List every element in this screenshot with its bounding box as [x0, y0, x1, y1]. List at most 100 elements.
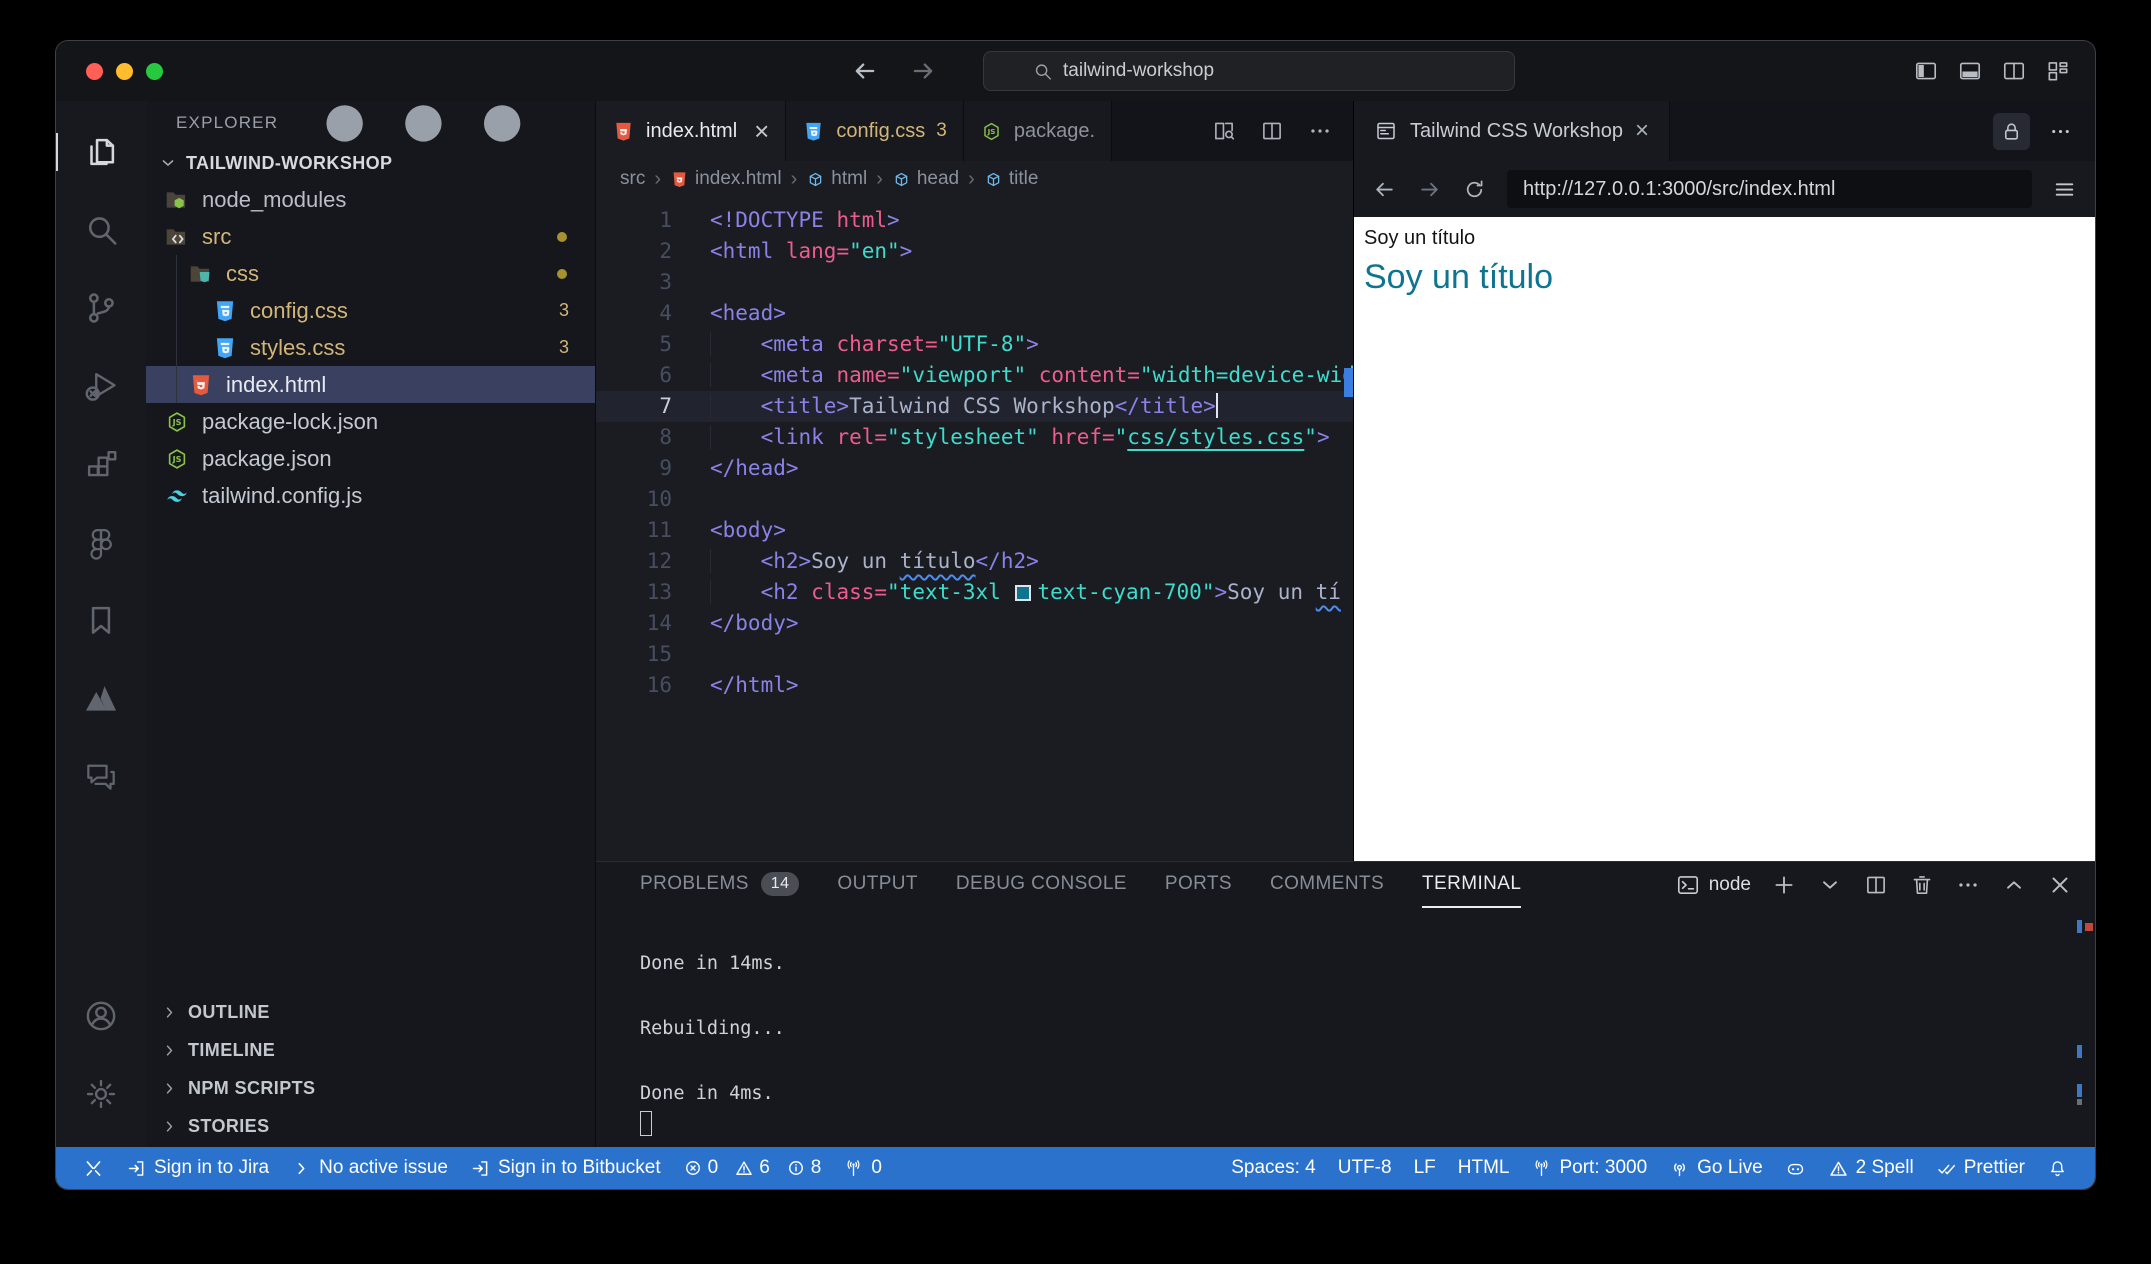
panel-tab-terminal[interactable]: TERMINAL — [1422, 862, 1521, 908]
go-back-icon[interactable] — [851, 57, 879, 85]
status-item-item[interactable]: 068 — [672, 1157, 833, 1179]
lock-preview-button[interactable] — [1993, 113, 2030, 150]
editor-group-code: index.html×config.css3JSpackage. src›ind… — [596, 101, 1353, 861]
panel-tab-ports[interactable]: PORTS — [1165, 862, 1232, 908]
sidebar-section-stories[interactable]: STORIES — [146, 1107, 595, 1145]
activity-chat[interactable] — [56, 737, 146, 815]
sidebar-section-outline[interactable]: OUTLINE — [146, 993, 595, 1031]
line-number: 6 — [596, 360, 672, 391]
workspace-root-folder[interactable]: TAILWIND-WORKSHOP — [146, 145, 595, 181]
terminal-output[interactable]: Done in 14ms. Rebuilding... Done in 4ms. — [596, 908, 2095, 1147]
tree-item-index.html[interactable]: index.html — [146, 366, 595, 403]
tree-item-package-lock.json[interactable]: JSpackage-lock.json — [146, 403, 595, 440]
status-item-go-live[interactable]: Go Live — [1658, 1157, 1773, 1179]
activity-figma[interactable] — [56, 503, 146, 581]
command-center-search[interactable]: tailwind-workshop — [983, 51, 1515, 91]
tab-config-css[interactable]: config.css3 — [786, 101, 964, 161]
status-item-html[interactable]: HTML — [1447, 1157, 1521, 1179]
plus-icon[interactable] — [1771, 872, 1797, 898]
tree-item-css[interactable]: css — [146, 255, 595, 292]
close-icon[interactable]: × — [1635, 117, 1649, 145]
tab-index-html[interactable]: index.html× — [596, 101, 786, 161]
status-item-sign-in-to-jira[interactable]: Sign in to Jira — [115, 1157, 280, 1179]
panel-tab-label: DEBUG CONSOLE — [956, 873, 1127, 895]
activity-search[interactable] — [56, 191, 146, 269]
status-item-spaces-4[interactable]: Spaces: 4 — [1220, 1157, 1327, 1179]
status-item-sign-in-to-bitbucket[interactable]: Sign in to Bitbucket — [459, 1157, 672, 1179]
activity-run-debug[interactable] — [56, 347, 146, 425]
close-icon[interactable] — [2047, 872, 2073, 898]
panel-tab-debug-console[interactable]: DEBUG CONSOLE — [956, 862, 1127, 908]
sidebar-section-timeline[interactable]: TIMELINE — [146, 1031, 595, 1069]
activity-bookmark[interactable] — [56, 581, 146, 659]
go-forward-icon[interactable] — [909, 57, 937, 85]
open-preview-icon[interactable] — [1211, 118, 1237, 144]
active-terminal[interactable]: node — [1675, 872, 1751, 898]
activity-account[interactable] — [56, 977, 146, 1055]
status-item-tools[interactable] — [72, 1158, 115, 1179]
ellipsis-icon[interactable] — [1955, 872, 1981, 898]
panel-tab-comments[interactable]: COMMENTS — [1270, 862, 1384, 908]
activity-source-control[interactable] — [56, 269, 146, 347]
breadcrumb-item-title[interactable]: title — [984, 168, 1039, 190]
breadcrumb-item-head[interactable]: head — [892, 168, 959, 190]
status-item-no-active-issue[interactable]: No active issue — [280, 1157, 459, 1179]
breadcrumb-separator: › — [791, 168, 798, 191]
minimize-window-button[interactable] — [116, 63, 133, 80]
preview-forward-icon[interactable] — [1417, 177, 1442, 202]
activity-extensions[interactable] — [56, 425, 146, 503]
status-item-2-spell[interactable]: 2 Spell — [1817, 1157, 1925, 1179]
close-icon[interactable]: × — [754, 118, 769, 144]
split-editor-icon[interactable] — [1259, 118, 1285, 144]
tree-item-src[interactable]: src — [146, 218, 595, 255]
tab-package-[interactable]: JSpackage. — [964, 101, 1112, 161]
close-window-button[interactable] — [86, 63, 103, 80]
sidebar-section-npm-scripts[interactable]: NPM SCRIPTS — [146, 1069, 595, 1107]
status-item-0[interactable]: 0 — [832, 1157, 893, 1179]
activity-settings-gear[interactable] — [56, 1055, 146, 1133]
layout-sidebar-icon[interactable] — [1913, 58, 1939, 84]
status-item-lf[interactable]: LF — [1403, 1157, 1447, 1179]
zoom-window-button[interactable] — [146, 63, 163, 80]
ellipsis-icon[interactable] — [1307, 118, 1333, 144]
activity-atlassian[interactable] — [56, 659, 146, 737]
preview-back-icon[interactable] — [1372, 177, 1397, 202]
chevron-up-icon[interactable] — [2001, 872, 2027, 898]
tree-item-config.css[interactable]: config.css3 — [146, 292, 595, 329]
file-tree: node_modulessrc css config.css3styles.css3… — [146, 181, 595, 514]
preview-reload-icon[interactable] — [1462, 177, 1487, 202]
tree-item-node_modules[interactable]: node_modules — [146, 181, 595, 218]
split-editor-icon[interactable] — [1863, 872, 1889, 898]
breadcrumb-item-index-html[interactable]: index.html — [670, 168, 782, 190]
tree-item-tailwind.config.js[interactable]: tailwind.config.js — [146, 477, 595, 514]
atlassian-icon — [82, 679, 120, 717]
layout-panel-icon[interactable] — [1957, 58, 1983, 84]
layout-grid-icon[interactable] — [2045, 58, 2071, 84]
status-item-copilot[interactable] — [1774, 1158, 1817, 1179]
activity-files[interactable] — [56, 113, 146, 191]
panel-tab-problems[interactable]: PROBLEMS14 — [640, 862, 799, 908]
trash-icon[interactable] — [1909, 872, 1935, 898]
status-item-utf-8[interactable]: UTF-8 — [1327, 1157, 1403, 1179]
status-item-prettier[interactable]: Prettier — [1925, 1157, 2036, 1179]
tree-item-styles.css[interactable]: styles.css3 — [146, 329, 595, 366]
code-line-9: 9</head> — [596, 453, 1353, 484]
more-actions-icon[interactable] — [2048, 119, 2073, 144]
breadcrumb-item-html[interactable]: html — [806, 168, 867, 190]
tree-item-package.json[interactable]: JSpackage.json — [146, 440, 595, 477]
hamburger-menu-icon[interactable] — [2052, 177, 2077, 202]
tab-browser-preview[interactable]: Tailwind CSS Workshop × — [1354, 101, 1670, 161]
code-editor[interactable]: 1<!DOCTYPE html>2<html lang="en">34<head… — [596, 197, 1353, 861]
preview-url-input[interactable]: http://127.0.0.1:3000/src/index.html — [1507, 170, 2032, 208]
html-file-icon — [188, 372, 214, 398]
panel-tab-output[interactable]: OUTPUT — [837, 862, 918, 908]
breadcrumb-item-src[interactable]: src — [620, 168, 645, 190]
tree-item-label: css — [226, 261, 259, 287]
color-swatch[interactable] — [1015, 585, 1031, 601]
chevron-down-icon[interactable] — [1817, 872, 1843, 898]
layout-split-icon[interactable] — [2001, 58, 2027, 84]
node-json-icon: JS — [980, 120, 1003, 143]
status-item-bell[interactable] — [2036, 1158, 2079, 1179]
status-item-port-3000[interactable]: Port: 3000 — [1520, 1157, 1658, 1179]
line-content: <h2 class="text-3xl text-cyan-700">Soy u… — [710, 577, 1341, 608]
